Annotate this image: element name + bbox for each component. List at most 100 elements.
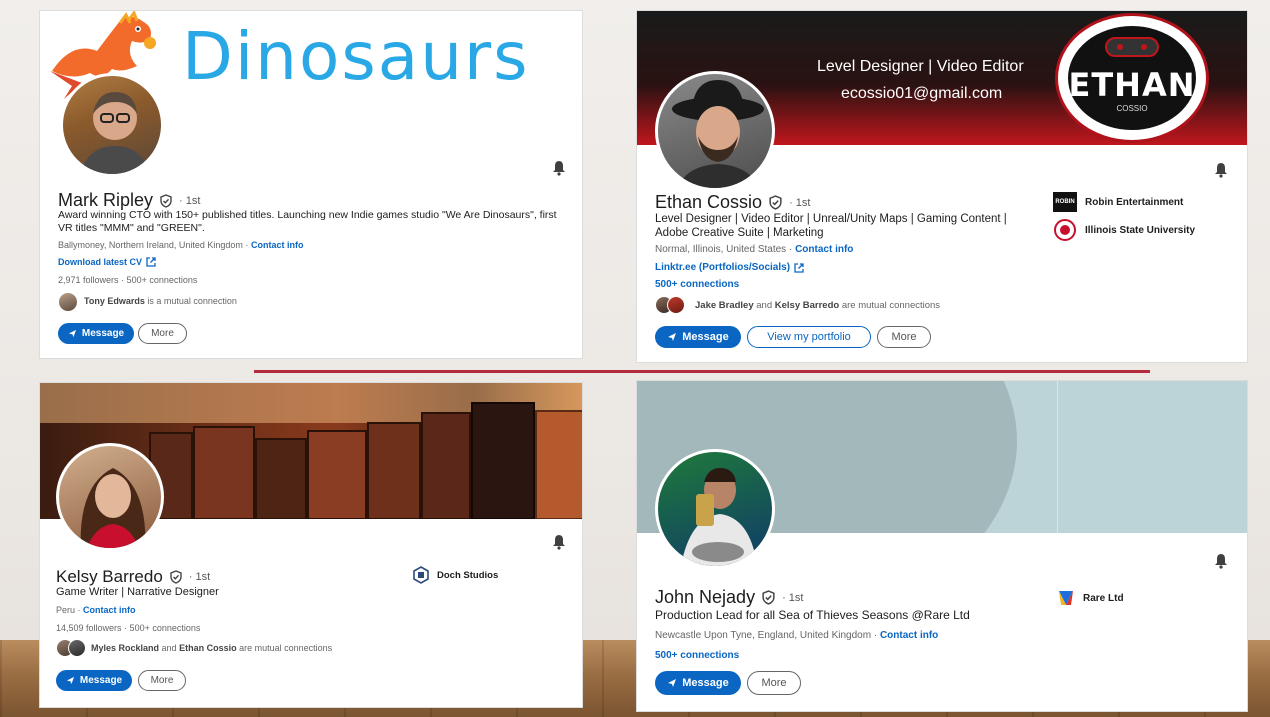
banner-headline: Level Designer | Video Editor [817,58,1024,75]
more-label: More [761,677,787,689]
avatar[interactable] [60,73,164,177]
connection-degree: · 1st [789,196,811,209]
org-robin-entertainment[interactable]: ROBIN Robin Entertainment [1053,192,1183,212]
org-name: Illinois State University [1085,224,1196,236]
followers-count[interactable]: 14,509 followers [56,623,122,633]
verified-shield-icon [170,570,182,584]
robin-logo: ROBIN [1053,192,1077,212]
mutual-avatars [58,292,78,312]
org-illinois-state[interactable]: Illinois State University [1053,219,1195,241]
profile-name: Kelsy Barredo [56,567,163,586]
location-row: Newcastle Upon Tyne, England, United Kin… [655,630,938,641]
message-label: Message [682,331,729,343]
avatar[interactable] [655,71,775,191]
profile-card-ethan-cossio: Level Designer | Video Editor ecossio01@… [636,10,1248,363]
bell-icon[interactable] [1213,553,1229,569]
mutual-name-b: Ethan Cossio [179,643,237,653]
bell-icon[interactable] [551,534,567,550]
contact-info-link[interactable]: Contact info [83,605,136,615]
connections-count[interactable]: 500+ connections [655,650,739,661]
avatar[interactable] [655,449,775,569]
mutual-avatars [56,639,86,657]
mutual-name: Tony Edwards [84,296,145,306]
connections-count[interactable]: 500+ connections [655,279,739,290]
linktree-label: Linktr.ee (Portfolios/Socials) [655,262,791,273]
connections-count[interactable]: · 500+ connections [121,275,197,285]
gamepad-icon [1105,37,1159,57]
banner-title: Dinosaurs [182,18,530,95]
external-link-icon [794,262,804,273]
mutual-text: is a mutual connection [147,296,237,306]
profile-card-kelsy-barredo: Kelsy Barredo · 1st Game Writer | Narrat… [39,382,583,708]
send-icon [66,676,74,685]
mutual-name-a: Myles Rockland [91,643,160,653]
contact-info-link[interactable]: Contact info [880,630,938,641]
verified-shield-icon [160,193,172,208]
view-portfolio-button[interactable]: View my portfolio [747,326,871,348]
banner-email: ecossio01@gmail.com [841,85,1003,102]
mutual-text: are mutual connections [239,643,333,653]
mutual-connections[interactable]: Jake Bradley and Kelsy Barredo are mutua… [695,300,940,311]
send-icon [668,333,677,341]
more-button[interactable]: More [877,326,931,348]
org-name: Rare Ltd [1083,592,1124,604]
headline: Level Designer | Video Editor | Unreal/U… [655,213,1007,239]
followers-row: 14,509 followers · 500+ connections [56,623,200,633]
org-doch-studios[interactable]: Doch Studios [413,566,498,584]
ethan-logo: ETHAN COSSIO [1055,13,1209,143]
mutual-avatar [58,292,78,312]
more-button[interactable]: More [138,323,187,344]
location-row: Ballymoney, Northern Ireland, United Kin… [58,240,303,250]
message-button[interactable]: Message [655,326,741,348]
location-row: Normal, Illinois, United States · Contac… [655,244,853,255]
avatar[interactable] [56,443,164,551]
profile-card-john-nejady: John Nejady · 1st Production Lead for al… [636,380,1248,712]
message-button[interactable]: Message [58,323,134,344]
more-button[interactable]: More [138,670,186,691]
location: Peru · [56,605,81,615]
location: Newcastle Upon Tyne, England, United Kin… [655,630,878,641]
message-label: Message [79,675,123,686]
more-button[interactable]: More [747,671,801,695]
profile-name: John Nejady [655,587,756,607]
name-row: Mark Ripley · 1st [58,190,200,211]
mutual-name-a: Jake Bradley [695,300,754,311]
mutual-avatar [667,296,685,314]
divider-line [254,370,1150,373]
name-row: Kelsy Barredo · 1st [56,567,210,587]
logo-text: ETHAN [1068,66,1196,104]
send-icon [668,679,677,687]
portfolio-label: View my portfolio [767,331,851,343]
rare-logo-icon [1059,591,1073,605]
message-label: Message [682,677,729,689]
bell-icon[interactable] [1213,162,1229,178]
headline: Production Lead for all Sea of Thieves S… [655,608,970,622]
followers-count[interactable]: 2,971 followers [58,275,119,285]
university-seal-icon [1054,219,1076,241]
org-name: Doch Studios [437,569,499,581]
verified-shield-icon [769,195,782,210]
send-icon [68,329,76,338]
external-link-icon [146,257,156,267]
contact-info-link[interactable]: Contact info [795,244,853,255]
mutual-and: and [161,643,177,653]
connection-degree: · 1st [179,194,201,207]
connection-degree: · 1st [188,571,211,583]
message-button[interactable]: Message [655,671,741,695]
mutual-connections[interactable]: Tony Edwards is a mutual connection [84,296,237,306]
org-rare-ltd[interactable]: Rare Ltd [1057,589,1124,607]
linktree-link[interactable]: Linktr.ee (Portfolios/Socials) [655,262,804,273]
mutual-avatar [68,639,86,657]
download-cv-link[interactable]: Download latest CV [58,257,156,267]
logo-subtext: COSSIO [1116,104,1148,113]
mutual-connections[interactable]: Myles Rockland and Ethan Cossio are mutu… [91,643,332,653]
location: Normal, Illinois, United States · [655,244,793,255]
message-button[interactable]: Message [56,670,132,691]
mutual-and: and [756,300,773,311]
org-name: Robin Entertainment [1085,196,1184,208]
contact-info-link[interactable]: Contact info [251,240,304,250]
connection-degree: · 1st [782,591,804,604]
mutual-text: are mutual connections [841,300,941,311]
bell-icon[interactable] [551,160,567,176]
connections-count[interactable]: · 500+ connections [124,623,200,633]
